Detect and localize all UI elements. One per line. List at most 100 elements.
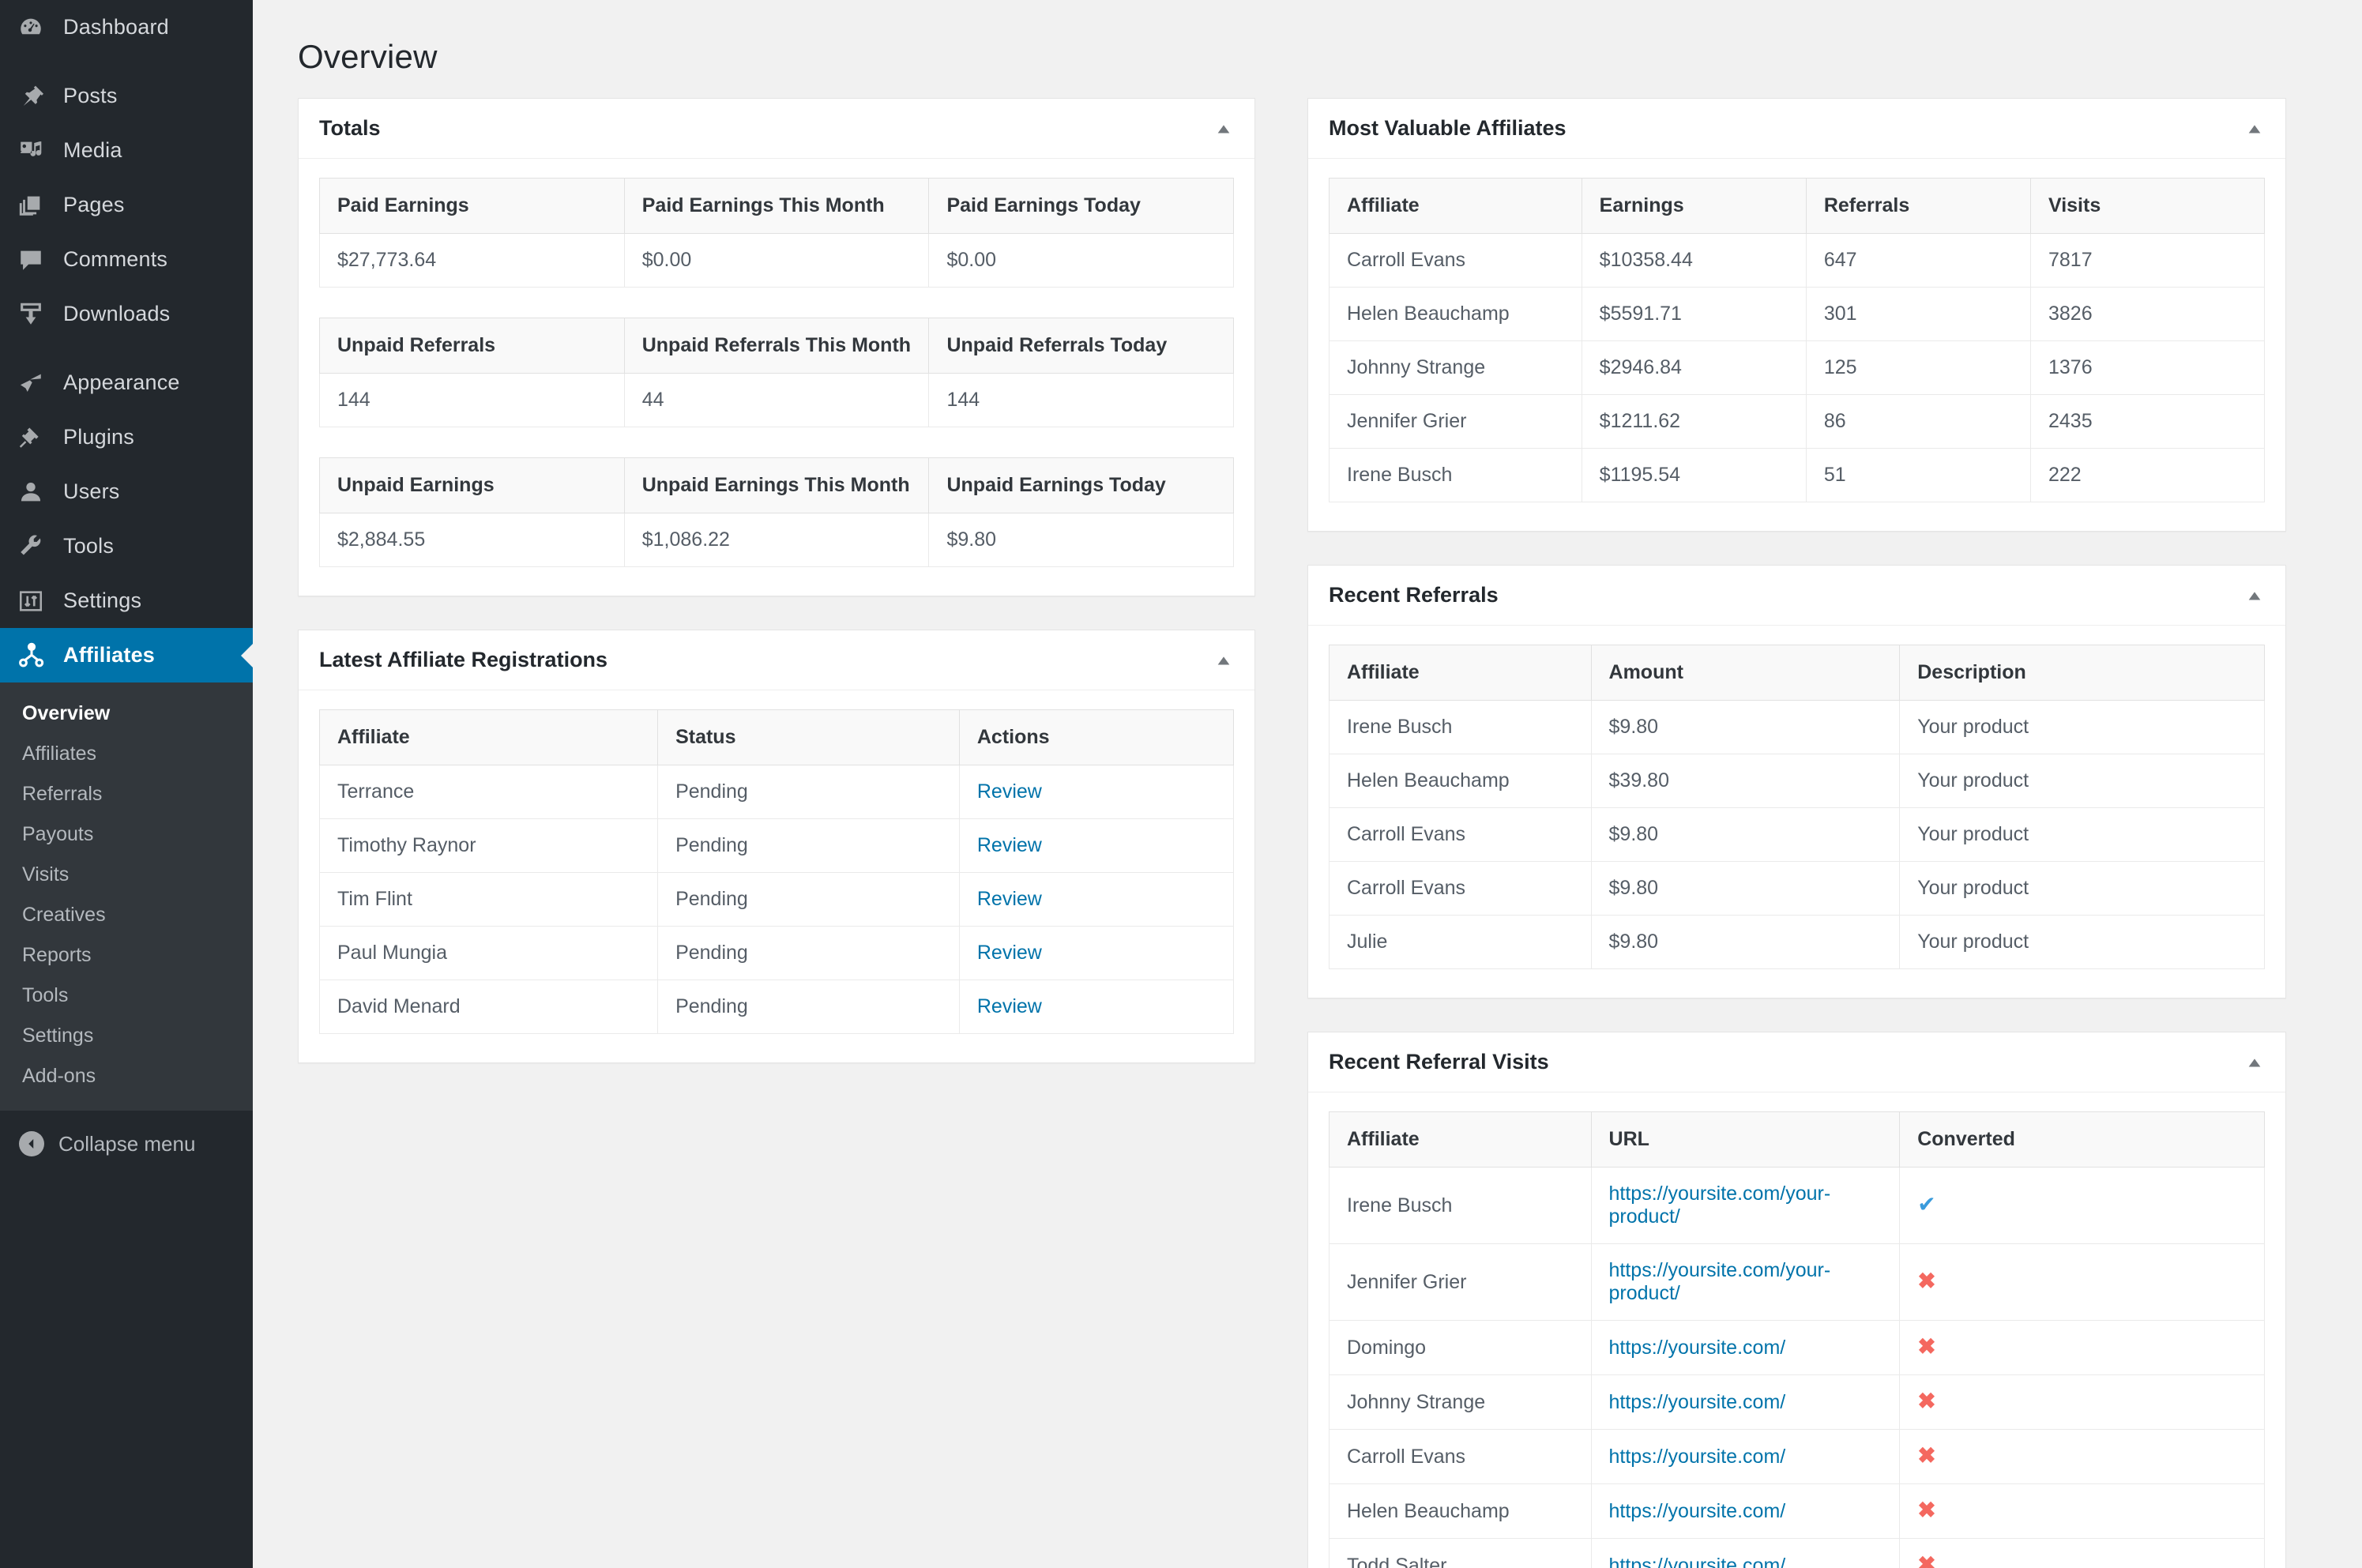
table-row: Carroll Evans $9.80 Your product [1329,861,2265,916]
cell-status: Pending [657,765,960,819]
sidebar-item-media[interactable]: Media [0,123,253,178]
sidebar-item-posts[interactable]: Posts [0,69,253,123]
panel-title: Recent Referral Visits [1329,1050,1549,1074]
sidebar-item-label: Users [63,479,120,503]
panel-recent-referrals: Recent Referrals Affiliate Amount Descri… [1307,565,2286,998]
panel-body: Affiliate Earnings Referrals Visits Carr… [1308,159,2285,531]
visit-url-link[interactable]: https://yoursite.com/your-product/ [1609,1259,1831,1304]
panel-title: Most Valuable Affiliates [1329,116,1567,140]
collapse-toggle-icon[interactable] [2243,117,2266,141]
sidebar-item-plugins[interactable]: Plugins [0,410,253,464]
sidebar-item-settings[interactable]: Settings [0,573,253,628]
cell-affiliate: Carroll Evans [1329,807,1592,862]
converted-cross-icon: ✖ [1917,1269,1936,1293]
collapse-toggle-icon[interactable] [1212,117,1236,141]
review-link[interactable]: Review [977,995,1042,1017]
cell-actions: Review [958,818,1235,873]
sidebar-item-comments[interactable]: Comments [0,232,253,287]
sidebar-item-appearance[interactable]: Appearance [0,355,253,410]
column-header: Status [657,709,960,765]
table-row: Paul Mungia Pending Review [318,926,1235,980]
cell-affiliate: Paul Mungia [318,926,659,980]
panel-header: Latest Affiliate Registrations [299,630,1254,690]
page-title: Overview [298,38,438,75]
cell-affiliate: Jennifer Grier [1329,1243,1592,1321]
cell-earnings: $5591.71 [1581,287,1807,341]
converted-cross-icon: ✖ [1917,1334,1936,1359]
settings-icon [17,585,51,617]
sidebar-item-label: Tools [63,534,115,558]
column-header: Affiliate [1329,1111,1592,1168]
table-cell: $27,773.64 [319,233,625,288]
collapse-menu-button[interactable]: Collapse menu [0,1111,253,1177]
cell-earnings: $1211.62 [1581,394,1807,449]
cell-visits: 2435 [2029,394,2266,449]
cell-affiliate: Todd Salter [1329,1538,1592,1568]
cell-actions: Review [958,980,1235,1034]
review-link[interactable]: Review [977,834,1042,856]
cell-url: https://yoursite.com/ [1590,1483,1901,1539]
cell-affiliate: Irene Busch [1329,1167,1592,1244]
cell-description: Your product [1899,861,2265,916]
dashboard-columns: Totals Paid Earnings Paid Earnings This … [253,98,2362,1568]
visit-url-link[interactable]: https://yoursite.com/ [1609,1555,1786,1568]
sidebar-item-tools[interactable]: Tools [0,519,253,573]
cell-url: https://yoursite.com/ [1590,1374,1901,1430]
cell-affiliate: Timothy Raynor [318,818,659,873]
visit-url-link[interactable]: https://yoursite.com/ [1609,1337,1786,1359]
sidebar-subitem-affiliates[interactable]: Affiliates [0,734,253,774]
cell-actions: Review [958,872,1235,927]
review-link[interactable]: Review [977,780,1042,803]
column-header: Description [1899,645,2265,701]
media-icon [17,135,51,167]
visit-url-link[interactable]: https://yoursite.com/ [1609,1446,1786,1468]
cell-amount: $9.80 [1590,915,1901,969]
table-cell: 144 [928,373,1234,427]
sidebar-item-downloads[interactable]: Downloads [0,287,253,341]
visit-url-link[interactable]: https://yoursite.com/ [1609,1500,1786,1522]
table-cell: $1,086.22 [623,513,930,567]
sidebar-item-label: Plugins [63,425,134,449]
cell-affiliate: Helen Beauchamp [1329,1483,1592,1539]
sidebar-subitem-addons[interactable]: Add-ons [0,1056,253,1096]
sidebar-subitem-payouts[interactable]: Payouts [0,814,253,855]
table-row: Irene Busch $9.80 Your product [1329,700,2265,754]
totals-paid-earnings-table: Paid Earnings Paid Earnings This Month P… [319,178,1234,288]
sidebar-subitem-settings[interactable]: Settings [0,1016,253,1056]
sidebar-subitem-tools[interactable]: Tools [0,976,253,1016]
panel-totals: Totals Paid Earnings Paid Earnings This … [298,98,1255,596]
cell-url: https://yoursite.com/ [1590,1429,1901,1484]
sidebar-subitem-creatives[interactable]: Creatives [0,895,253,935]
table-header-row: Unpaid Referrals Unpaid Referrals This M… [319,318,1234,374]
sidebar-item-label: Settings [63,588,142,612]
sidebar-item-dashboard[interactable]: Dashboard [0,0,253,55]
visit-url-link[interactable]: https://yoursite.com/your-product/ [1609,1183,1831,1228]
collapse-toggle-icon[interactable] [2243,584,2266,607]
collapse-toggle-icon[interactable] [2243,1051,2266,1074]
sidebar-item-pages[interactable]: Pages [0,178,253,232]
cell-affiliate: Helen Beauchamp [1329,287,1582,341]
sidebar-subitem-referrals[interactable]: Referrals [0,774,253,814]
review-link[interactable]: Review [977,942,1042,964]
sidebar-item-label: Posts [63,84,118,107]
collapse-toggle-icon[interactable] [1212,649,1236,672]
sidebar-subitem-overview[interactable]: Overview [0,694,253,734]
review-link[interactable]: Review [977,888,1042,910]
cell-description: Your product [1899,915,2265,969]
cell-earnings: $1195.54 [1581,448,1807,502]
panel-title: Latest Affiliate Registrations [319,648,608,671]
dashboard-icon [17,12,51,43]
table-row: 144 44 144 [319,373,1234,427]
sidebar-subitem-visits[interactable]: Visits [0,855,253,895]
sidebar-subitem-reports[interactable]: Reports [0,935,253,976]
panel-latest-registrations: Latest Affiliate Registrations Affiliate… [298,630,1255,1063]
panel-header: Most Valuable Affiliates [1308,99,2285,159]
visit-url-link[interactable]: https://yoursite.com/ [1609,1391,1786,1413]
brush-icon [17,367,51,399]
sidebar-item-affiliates[interactable]: Affiliates [0,628,253,682]
cell-actions: Review [958,926,1235,980]
table-cell: 44 [623,373,930,427]
cell-affiliate: Jennifer Grier [1329,394,1582,449]
cell-amount: $9.80 [1590,700,1901,754]
sidebar-item-users[interactable]: Users [0,464,253,519]
